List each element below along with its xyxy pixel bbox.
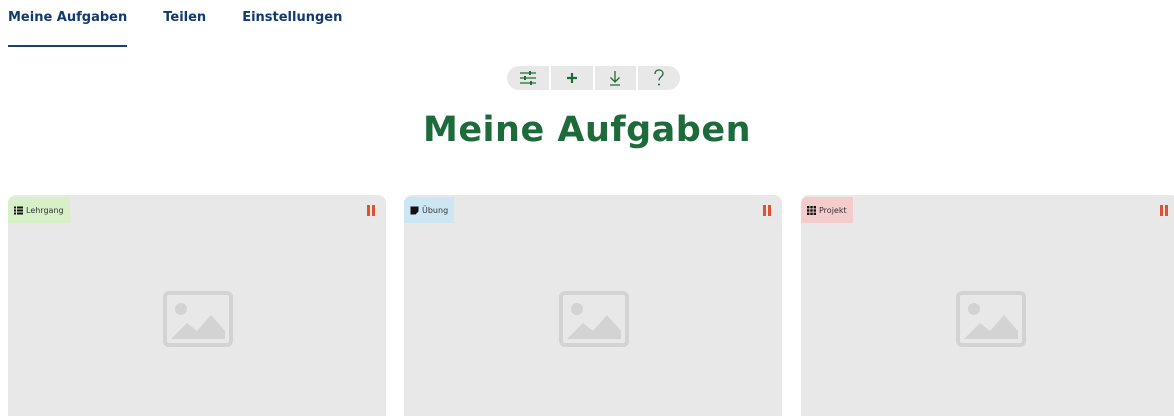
- card-tag-label: Übung: [422, 205, 449, 215]
- page: Meine Aufgaben Teilen Einstellungen Mein…: [0, 0, 1174, 416]
- image-placeholder-icon: [559, 291, 629, 347]
- task-card[interactable]: Projekt: [801, 195, 1174, 416]
- card-type-tag: Projekt: [801, 197, 853, 223]
- task-card[interactable]: Lehrgang: [8, 195, 386, 416]
- tab-meine-aufgaben[interactable]: Meine Aufgaben: [8, 0, 128, 48]
- grid-icon: [807, 205, 816, 215]
- download-button[interactable]: [595, 66, 639, 90]
- action-toolbar: [507, 66, 680, 90]
- card-tag-label: Projekt: [819, 205, 847, 215]
- filter-button[interactable]: [507, 66, 551, 90]
- tab-teilen[interactable]: Teilen: [163, 0, 206, 48]
- add-button[interactable]: [551, 66, 595, 90]
- pause-icon[interactable]: [1159, 205, 1169, 216]
- plus-icon: [566, 73, 577, 83]
- task-card[interactable]: Übung: [404, 195, 782, 416]
- pause-icon[interactable]: [366, 205, 376, 216]
- image-placeholder-icon: [956, 291, 1026, 347]
- top-nav: Meine Aufgaben Teilen Einstellungen: [8, 0, 378, 48]
- download-arrow-icon: [610, 71, 621, 86]
- list-icon: [14, 206, 23, 214]
- filter-sliders-icon: [519, 71, 536, 85]
- card-tag-label: Lehrgang: [26, 205, 64, 215]
- note-icon: [410, 206, 419, 214]
- card-type-tag: Übung: [404, 197, 455, 223]
- image-placeholder-icon: [163, 291, 233, 347]
- card-type-tag: Lehrgang: [8, 197, 70, 223]
- help-icon: [654, 69, 664, 86]
- help-button[interactable]: [638, 66, 680, 90]
- pause-icon[interactable]: [762, 205, 772, 216]
- tab-einstellungen[interactable]: Einstellungen: [242, 0, 342, 48]
- page-title: Meine Aufgaben: [422, 110, 751, 150]
